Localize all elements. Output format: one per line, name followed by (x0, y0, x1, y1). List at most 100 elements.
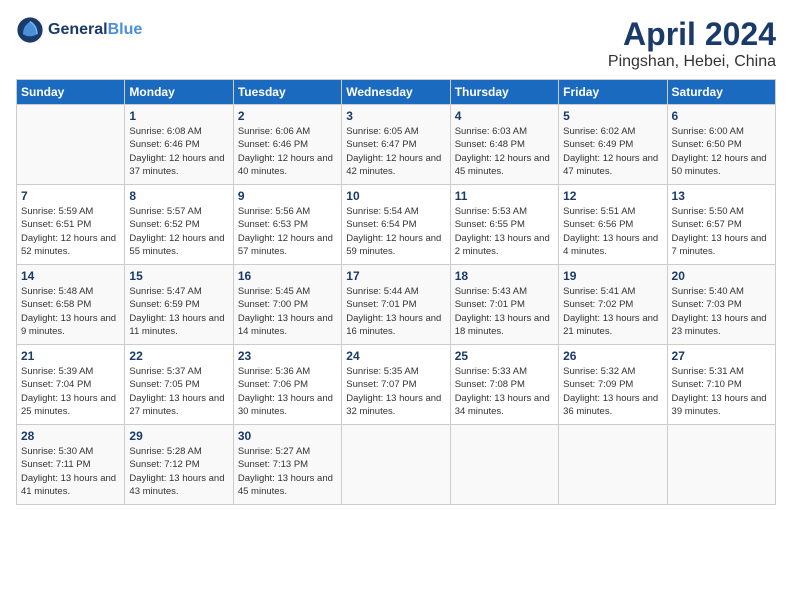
day-info: Sunrise: 6:08 AMSunset: 6:46 PMDaylight:… (129, 125, 228, 178)
day-number: 11 (455, 189, 554, 203)
calendar-day-cell: 11Sunrise: 5:53 AMSunset: 6:55 PMDayligh… (450, 185, 558, 265)
day-number: 13 (672, 189, 771, 203)
calendar-table: SundayMondayTuesdayWednesdayThursdayFrid… (16, 79, 776, 505)
calendar-day-cell: 24 Sunrise: 5:35 AMSunset: 7:07 PMDayligh… (342, 345, 450, 425)
calendar-day-cell: 9 Sunrise: 5:56 AMSunset: 6:53 PMDaylight… (233, 185, 341, 265)
calendar-day-cell: 27 Sunrise: 5:31 AMSunset: 7:10 PMDayligh… (667, 345, 775, 425)
day-info: Sunrise: 5:33 AMSunset: 7:08 PMDaylight:… (455, 365, 554, 418)
calendar-day-cell: 1 Sunrise: 6:08 AMSunset: 6:46 PMDaylight… (125, 105, 233, 185)
day-number: 27 (672, 349, 771, 363)
day-info: Sunrise: 5:30 AMSunset: 7:11 PMDaylight:… (21, 445, 120, 498)
calendar-day-cell (17, 105, 125, 185)
day-info: Sunrise: 6:02 AMSunset: 6:49 PMDaylight:… (563, 125, 662, 178)
logo-icon (16, 16, 44, 44)
calendar-day-cell (450, 425, 558, 505)
calendar-day-cell: 21 Sunrise: 5:39 AMSunset: 7:04 PMDayligh… (17, 345, 125, 425)
calendar-day-cell: 29Sunrise: 5:28 AMSunset: 7:12 PMDayligh… (125, 425, 233, 505)
calendar-day-cell: 23 Sunrise: 5:36 AMSunset: 7:06 PMDayligh… (233, 345, 341, 425)
calendar-week-row: 7Sunrise: 5:59 AMSunset: 6:51 PMDaylight… (17, 185, 776, 265)
weekday-header: Saturday (667, 80, 775, 105)
day-number: 2 (238, 109, 337, 123)
day-number: 28 (21, 429, 120, 443)
calendar-day-cell: 20 Sunrise: 5:40 AMSunset: 7:03 PMDayligh… (667, 265, 775, 345)
day-info: Sunrise: 5:41 AMSunset: 7:02 PMDaylight:… (563, 285, 662, 338)
day-info: Sunrise: 5:51 AMSunset: 6:56 PMDaylight:… (563, 205, 662, 258)
calendar-body: 1 Sunrise: 6:08 AMSunset: 6:46 PMDaylight… (17, 105, 776, 505)
day-number: 6 (672, 109, 771, 123)
day-number: 7 (21, 189, 120, 203)
day-info: Sunrise: 6:06 AMSunset: 6:46 PMDaylight:… (238, 125, 337, 178)
location-title: Pingshan, Hebei, China (608, 53, 776, 71)
calendar-day-cell: 28 Sunrise: 5:30 AMSunset: 7:11 PMDayligh… (17, 425, 125, 505)
day-info: Sunrise: 5:28 AMSunset: 7:12 PMDaylight:… (129, 445, 228, 498)
day-number: 3 (346, 109, 445, 123)
day-number: 12 (563, 189, 662, 203)
day-number: 23 (238, 349, 337, 363)
day-info: Sunrise: 5:27 AMSunset: 7:13 PMDaylight:… (238, 445, 337, 498)
day-info: Sunrise: 5:47 AMSunset: 6:59 PMDaylight:… (129, 285, 228, 338)
logo: GeneralBlue (16, 16, 142, 44)
day-info: Sunrise: 5:39 AMSunset: 7:04 PMDaylight:… (21, 365, 120, 418)
weekday-header: Thursday (450, 80, 558, 105)
weekday-header: Tuesday (233, 80, 341, 105)
day-number: 22 (129, 349, 228, 363)
calendar-day-cell: 25 Sunrise: 5:33 AMSunset: 7:08 PMDayligh… (450, 345, 558, 425)
page-header: GeneralBlue April 2024 Pingshan, Hebei, … (16, 16, 776, 71)
day-number: 24 (346, 349, 445, 363)
logo-text: GeneralBlue (48, 21, 142, 39)
day-number: 15 (129, 269, 228, 283)
calendar-week-row: 1 Sunrise: 6:08 AMSunset: 6:46 PMDaylight… (17, 105, 776, 185)
calendar-day-cell: 6 Sunrise: 6:00 AMSunset: 6:50 PMDaylight… (667, 105, 775, 185)
weekday-header: Monday (125, 80, 233, 105)
day-number: 9 (238, 189, 337, 203)
day-number: 17 (346, 269, 445, 283)
calendar-day-cell: 14 Sunrise: 5:48 AMSunset: 6:58 PMDayligh… (17, 265, 125, 345)
day-number: 21 (21, 349, 120, 363)
day-info: Sunrise: 5:43 AMSunset: 7:01 PMDaylight:… (455, 285, 554, 338)
day-number: 25 (455, 349, 554, 363)
calendar-day-cell: 4Sunrise: 6:03 AMSunset: 6:48 PMDaylight… (450, 105, 558, 185)
day-info: Sunrise: 5:36 AMSunset: 7:06 PMDaylight:… (238, 365, 337, 418)
day-number: 16 (238, 269, 337, 283)
calendar-day-cell: 16 Sunrise: 5:45 AMSunset: 7:00 PMDayligh… (233, 265, 341, 345)
month-title: April 2024 (608, 16, 776, 53)
day-number: 8 (129, 189, 228, 203)
day-info: Sunrise: 5:45 AMSunset: 7:00 PMDaylight:… (238, 285, 337, 338)
day-number: 26 (563, 349, 662, 363)
calendar-day-cell: 19 Sunrise: 5:41 AMSunset: 7:02 PMDayligh… (559, 265, 667, 345)
day-info: Sunrise: 5:32 AMSunset: 7:09 PMDaylight:… (563, 365, 662, 418)
calendar-day-cell: 3 Sunrise: 6:05 AMSunset: 6:47 PMDaylight… (342, 105, 450, 185)
calendar-week-row: 14 Sunrise: 5:48 AMSunset: 6:58 PMDayligh… (17, 265, 776, 345)
calendar-day-cell: 12 Sunrise: 5:51 AMSunset: 6:56 PMDayligh… (559, 185, 667, 265)
day-info: Sunrise: 5:31 AMSunset: 7:10 PMDaylight:… (672, 365, 771, 418)
calendar-day-cell: 17Sunrise: 5:44 AMSunset: 7:01 PMDayligh… (342, 265, 450, 345)
day-number: 1 (129, 109, 228, 123)
day-info: Sunrise: 5:40 AMSunset: 7:03 PMDaylight:… (672, 285, 771, 338)
day-info: Sunrise: 5:56 AMSunset: 6:53 PMDaylight:… (238, 205, 337, 258)
weekday-header: Friday (559, 80, 667, 105)
day-number: 20 (672, 269, 771, 283)
day-number: 19 (563, 269, 662, 283)
calendar-day-cell: 7Sunrise: 5:59 AMSunset: 6:51 PMDaylight… (17, 185, 125, 265)
day-number: 5 (563, 109, 662, 123)
calendar-day-cell: 8Sunrise: 5:57 AMSunset: 6:52 PMDaylight… (125, 185, 233, 265)
weekday-header: Wednesday (342, 80, 450, 105)
calendar-week-row: 28 Sunrise: 5:30 AMSunset: 7:11 PMDayligh… (17, 425, 776, 505)
weekday-header: Sunday (17, 80, 125, 105)
calendar-day-cell (342, 425, 450, 505)
day-info: Sunrise: 6:00 AMSunset: 6:50 PMDaylight:… (672, 125, 771, 178)
calendar-header-row: SundayMondayTuesdayWednesdayThursdayFrid… (17, 80, 776, 105)
day-number: 14 (21, 269, 120, 283)
calendar-day-cell (559, 425, 667, 505)
calendar-day-cell: 5 Sunrise: 6:02 AMSunset: 6:49 PMDaylight… (559, 105, 667, 185)
calendar-week-row: 21 Sunrise: 5:39 AMSunset: 7:04 PMDayligh… (17, 345, 776, 425)
day-info: Sunrise: 5:35 AMSunset: 7:07 PMDaylight:… (346, 365, 445, 418)
day-number: 30 (238, 429, 337, 443)
day-info: Sunrise: 5:48 AMSunset: 6:58 PMDaylight:… (21, 285, 120, 338)
day-info: Sunrise: 5:37 AMSunset: 7:05 PMDaylight:… (129, 365, 228, 418)
calendar-day-cell: 26 Sunrise: 5:32 AMSunset: 7:09 PMDayligh… (559, 345, 667, 425)
day-number: 18 (455, 269, 554, 283)
day-info: Sunrise: 6:05 AMSunset: 6:47 PMDaylight:… (346, 125, 445, 178)
calendar-day-cell: 22 Sunrise: 5:37 AMSunset: 7:05 PMDayligh… (125, 345, 233, 425)
day-number: 4 (455, 109, 554, 123)
